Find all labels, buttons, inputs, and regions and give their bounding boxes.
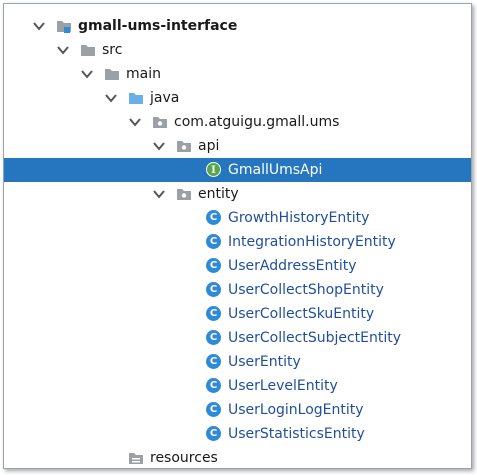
tree-node-class[interactable]: C UserAddressEntity <box>4 254 471 278</box>
folder-label-resources: resources <box>150 450 218 466</box>
tree-node-class[interactable]: C UserCollectSubjectEntity <box>4 326 471 350</box>
interface-icon: I <box>206 162 221 177</box>
module-name: gmall-ums-interface <box>78 18 238 34</box>
chevron-down-icon[interactable] <box>56 43 70 57</box>
class-label: UserEntity <box>228 354 301 370</box>
class-label: UserLevelEntity <box>228 378 338 394</box>
folder-label-src: src <box>102 42 123 58</box>
chevron-down-icon[interactable] <box>152 139 166 153</box>
tree-node-class[interactable]: C UserLoginLogEntity <box>4 398 471 422</box>
class-label: UserLoginLogEntity <box>228 402 364 418</box>
chevron-down-icon[interactable] <box>104 91 118 105</box>
tree-node-entity[interactable]: entity <box>4 182 471 206</box>
class-icon: C <box>206 426 221 441</box>
tree-node-class[interactable]: C UserEntity <box>4 350 471 374</box>
project-tree: gmall-ums-interface src main java com.at… <box>4 4 471 468</box>
class-icon: C <box>206 258 221 273</box>
module-folder-icon <box>57 21 71 33</box>
tree-node-package[interactable]: com.atguigu.gmall.ums <box>4 110 471 134</box>
package-icon <box>177 189 191 200</box>
package-label: com.atguigu.gmall.ums <box>174 114 340 130</box>
package-label-api: api <box>198 138 220 154</box>
class-icon: C <box>206 306 221 321</box>
tree-node-src[interactable]: src <box>4 38 471 62</box>
tree-node-class[interactable]: C UserCollectShopEntity <box>4 278 471 302</box>
folder-label-java: java <box>150 90 180 106</box>
class-label: GrowthHistoryEntity <box>228 210 370 226</box>
folder-icon <box>81 45 95 56</box>
folder-icon <box>105 69 119 80</box>
class-icon: C <box>206 378 221 393</box>
chevron-down-icon[interactable] <box>128 115 142 129</box>
class-label: UserStatisticsEntity <box>228 426 365 442</box>
class-icon: C <box>206 354 221 369</box>
tree-node-class[interactable]: C UserStatisticsEntity <box>4 422 471 446</box>
package-icon <box>153 117 167 128</box>
tree-node-java[interactable]: java <box>4 86 471 110</box>
tree-node-class[interactable]: C UserCollectSkuEntity <box>4 302 471 326</box>
tree-node-main[interactable]: main <box>4 62 471 86</box>
chevron-down-icon[interactable] <box>32 19 46 33</box>
package-icon <box>177 141 191 152</box>
resources-folder-icon <box>129 453 143 464</box>
class-label: IntegrationHistoryEntity <box>228 234 396 250</box>
class-icon: C <box>206 330 221 345</box>
class-label: UserCollectSubjectEntity <box>228 330 402 346</box>
class-icon: C <box>206 402 221 417</box>
folder-label-main: main <box>126 66 161 82</box>
class-label: UserCollectSkuEntity <box>228 306 375 322</box>
class-icon: C <box>206 282 221 297</box>
tree-node-module[interactable]: gmall-ums-interface <box>4 14 471 38</box>
class-icon: C <box>206 234 221 249</box>
tree-node-class[interactable]: C IntegrationHistoryEntity <box>4 230 471 254</box>
project-tree-window: gmall-ums-interface src main java com.at… <box>3 3 472 469</box>
tree-node-class[interactable]: C UserLevelEntity <box>4 374 471 398</box>
class-label: UserCollectShopEntity <box>228 282 384 298</box>
package-label-entity: entity <box>198 186 239 202</box>
chevron-down-icon[interactable] <box>80 67 94 81</box>
class-icon: C <box>206 210 221 225</box>
interface-label: GmallUmsApi <box>228 162 323 178</box>
chevron-down-icon[interactable] <box>152 187 166 201</box>
tree-node-api[interactable]: api <box>4 134 471 158</box>
tree-node-gmallumsapi[interactable]: I GmallUmsApi <box>4 158 471 182</box>
tree-node-resources[interactable]: resources <box>4 446 471 468</box>
class-label: UserAddressEntity <box>228 258 357 274</box>
source-folder-icon <box>129 93 143 104</box>
tree-node-class[interactable]: C GrowthHistoryEntity <box>4 206 471 230</box>
